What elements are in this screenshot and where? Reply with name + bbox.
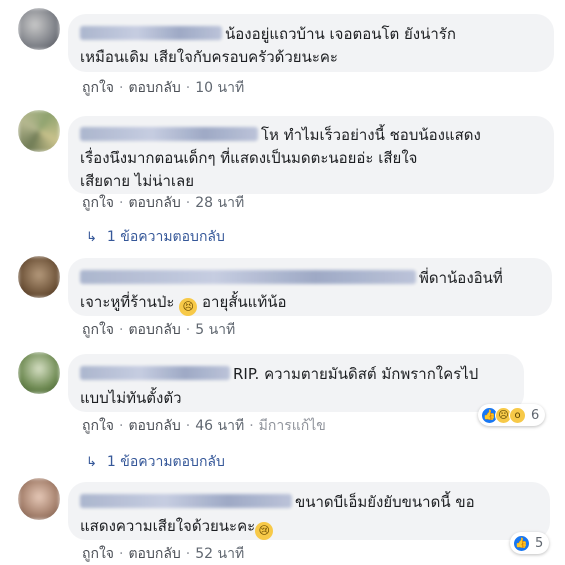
comment-bubble: โห ทำไมเร็วอย่างนี้ ชอบน้องแสดง เรื่องนึ… (68, 116, 554, 194)
like-reaction-icon: 👍 (513, 534, 530, 552)
timestamp[interactable]: 52 นาที (195, 546, 244, 562)
reaction-summary[interactable]: 👍 ☹ o 6 (478, 404, 546, 426)
reaction-count: 5 (535, 535, 544, 551)
comment-bubble: พี่ดาน้องอินที่ เจาะหูที่ร้านป่ะ 😣 อายุส… (68, 258, 552, 316)
reply-link[interactable]: ตอบกลับ (128, 322, 180, 338)
view-replies-link[interactable]: ↳ 1 ข้อความตอบกลับ (86, 451, 225, 473)
reaction-count: 6 (531, 407, 540, 423)
avatar[interactable] (18, 110, 60, 152)
crying-face-emoji: 😢 (255, 522, 274, 540)
reply-link[interactable]: ตอบกลับ (128, 195, 180, 211)
comment-text: เสียดาย ไม่น่าเลย (80, 172, 195, 190)
edited-label[interactable]: มีการแก้ไข (259, 418, 326, 434)
comment-meta: ถูกใจ · ตอบกลับ · 10 นาที (82, 80, 245, 96)
reply-link[interactable]: ตอบกลับ (128, 418, 180, 434)
view-replies-link[interactable]: ↳ 1 ข้อความตอบกลับ (86, 226, 225, 248)
commenter-name[interactable] (80, 127, 258, 141)
commenter-name[interactable] (80, 366, 230, 380)
comment-text: เรื่องนึงมากตอนเด็กๆ ที่แสดงเป็นมดตะนอยอ… (80, 149, 418, 167)
like-link[interactable]: ถูกใจ (82, 322, 114, 338)
comment-bubble: ขนาดบีเอ็มยังยับขนาดนี้ ขอ แสดงความเสียใ… (68, 482, 550, 540)
reaction-summary[interactable]: 👍 5 (510, 532, 550, 554)
commenter-name[interactable] (80, 26, 222, 40)
avatar[interactable] (18, 256, 60, 298)
comment-text: เหมือนเดิม เสียใจกับครอบครัวด้วยนะคะ (80, 48, 338, 66)
comment-text: พี่ดาน้องอินที่ (419, 269, 503, 287)
persevering-face-emoji: 😣 (179, 298, 198, 316)
reply-arrow-icon: ↳ (86, 230, 97, 245)
comment-meta: ถูกใจ · ตอบกลับ · 5 นาที (82, 322, 236, 338)
comment-text: เจาะหูที่ร้านป่ะ (80, 293, 175, 311)
comment-text: แบบไม่ทันตั้งตัว (80, 389, 182, 407)
like-link[interactable]: ถูกใจ (82, 80, 114, 96)
timestamp[interactable]: 46 นาที (195, 418, 244, 434)
reply-link[interactable]: ตอบกลับ (128, 80, 180, 96)
avatar[interactable] (18, 478, 60, 520)
reply-arrow-icon: ↳ (86, 455, 97, 470)
comment-text: โห ทำไมเร็วอย่างนี้ ชอบน้องแสดง (261, 126, 481, 144)
comment-bubble: RIP. ความตายมันดิสต์ มักพรากใครไป แบบไม่… (68, 354, 524, 412)
commenter-name[interactable] (80, 494, 292, 508)
like-link[interactable]: ถูกใจ (82, 546, 114, 562)
comment-meta: ถูกใจ · ตอบกลับ · 46 นาที · มีการแก้ไข (82, 418, 326, 434)
like-link[interactable]: ถูกใจ (82, 195, 114, 211)
comment-meta: ถูกใจ · ตอบกลับ · 28 นาที (82, 195, 245, 211)
comment-text: อายุสั้นแท้น้อ (202, 293, 287, 311)
reply-link[interactable]: ตอบกลับ (128, 546, 180, 562)
timestamp[interactable]: 10 นาที (195, 80, 244, 96)
comment-text: แสดงความเสียใจด้วยนะคะ (80, 517, 256, 535)
comment-bubble: น้องอยู่แถวบ้าน เจอตอนโต ยังน่ารัก เหมือ… (68, 14, 554, 72)
comment-text: RIP. ความตายมันดิสต์ มักพรากใครไป (233, 365, 479, 383)
timestamp[interactable]: 5 นาที (195, 322, 235, 338)
comment-text: ขนาดบีเอ็มยังยับขนาดนี้ ขอ (295, 493, 475, 511)
wow-reaction-icon: o (509, 406, 526, 424)
commenter-name[interactable] (80, 270, 416, 284)
avatar[interactable] (18, 352, 60, 394)
avatar[interactable] (18, 8, 60, 50)
comment-meta: ถูกใจ · ตอบกลับ · 52 นาที (82, 546, 245, 562)
comment-text: น้องอยู่แถวบ้าน เจอตอนโต ยังน่ารัก (225, 25, 456, 43)
timestamp[interactable]: 28 นาที (195, 195, 244, 211)
like-link[interactable]: ถูกใจ (82, 418, 114, 434)
